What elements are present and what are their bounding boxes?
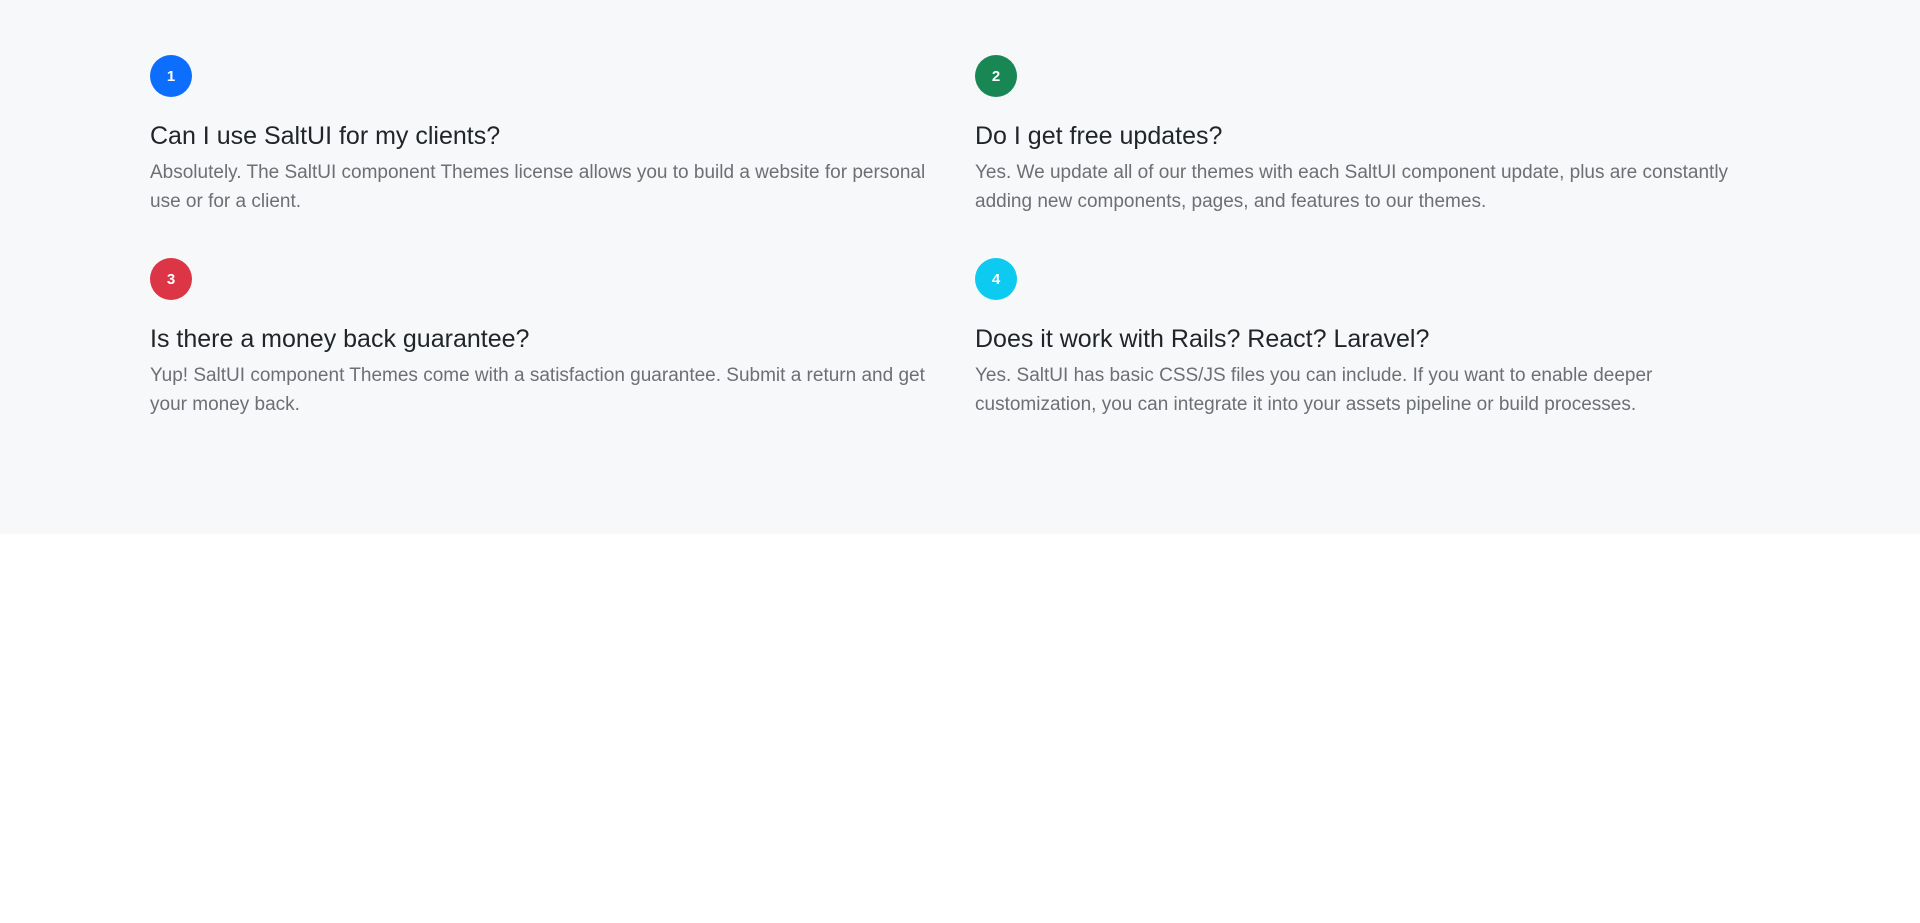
number-badge-2: 2 — [975, 55, 1017, 97]
faq-question-2: Do I get free updates? — [975, 122, 1223, 150]
faq-question-4: Does it work with Rails? React? Laravel? — [975, 325, 1430, 353]
faq-item-3: 3 Is there a money back guarantee? Yup! … — [150, 258, 950, 419]
faq-answer-1: Absolutely. The SaltUI component Themes … — [150, 162, 926, 212]
faq-question-3: Is there a money back guarantee? — [150, 325, 530, 353]
faq-item-1: 1 Can I use SaltUI for my clients? Absol… — [150, 55, 950, 216]
number-badge-3: 3 — [150, 258, 192, 300]
faq-section: 1 Can I use SaltUI for my clients? Absol… — [0, 0, 1920, 534]
faq-item-2: 2 Do I get free updates? Yes. We update … — [975, 55, 1775, 216]
faq-answer-3: Yup! SaltUI component Themes come with a… — [150, 365, 925, 415]
faq-item-4: 4 Does it work with Rails? React? Larave… — [975, 258, 1775, 419]
faq-question-1: Can I use SaltUI for my clients? — [150, 122, 501, 150]
faq-answer-2: Yes. We update all of our themes with ea… — [975, 162, 1729, 212]
faq-answer-4: Yes. SaltUI has basic CSS/JS files you c… — [975, 365, 1653, 415]
number-badge-4: 4 — [975, 258, 1017, 300]
number-badge-1: 1 — [150, 55, 192, 97]
faq-grid: 1 Can I use SaltUI for my clients? Absol… — [150, 55, 1800, 419]
